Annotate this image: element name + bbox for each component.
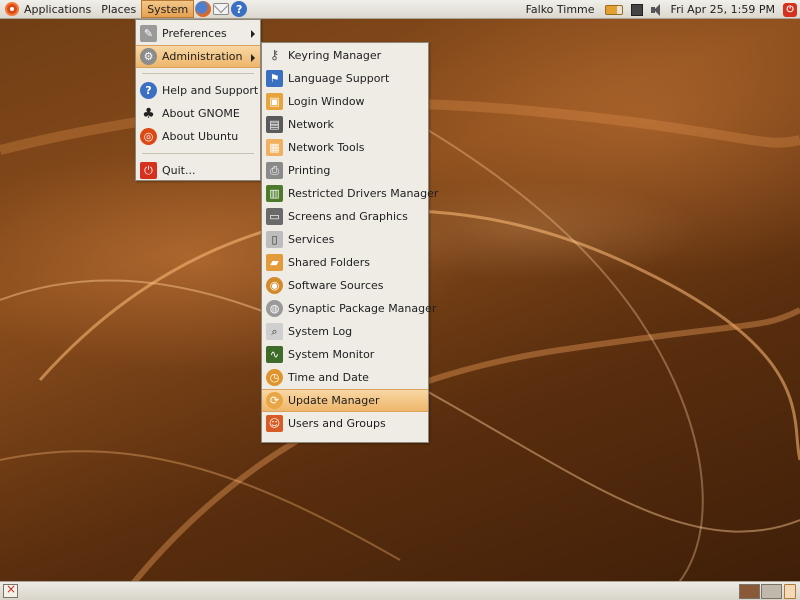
printer-icon: ⎙ [266, 162, 283, 179]
system-menu-label: System [147, 2, 189, 16]
shared-folder-icon: ▰ [266, 254, 283, 271]
menu-item-label: Help and Support [162, 84, 259, 97]
bottom-panel [0, 581, 800, 600]
quit-icon: ⏻ [140, 162, 157, 179]
top-panel: Applications Places System ? Falko Timme… [0, 0, 800, 19]
users-groups-icon: ☺ [266, 415, 283, 432]
places-menu[interactable]: Places [96, 0, 141, 19]
menu-item-system-monitor[interactable]: ∿ System Monitor [262, 343, 428, 366]
menu-item-about-gnome[interactable]: ♣ About GNOME [136, 102, 260, 125]
menu-item-label: Preferences [162, 27, 227, 40]
administration-submenu: ⚷ Keyring Manager ⚑ Language Support ▣ L… [261, 42, 438, 443]
menu-item-restricted-drivers-manager[interactable]: ▥ Restricted Drivers Manager [262, 182, 438, 205]
administration-icon: ⚙ [140, 48, 157, 65]
menu-item-about-ubuntu[interactable]: ◎ About Ubuntu [136, 125, 260, 148]
menu-item-label: About GNOME [162, 107, 240, 120]
menu-item-label: Printing [288, 164, 331, 177]
menu-item-system-log[interactable]: ⌕ System Log [262, 320, 428, 343]
menu-item-services[interactable]: ▯ Services [262, 228, 428, 251]
menu-item-language-support[interactable]: ⚑ Language Support [262, 67, 428, 90]
submenu-arrow-icon [251, 54, 255, 62]
clock[interactable]: Fri Apr 25, 1:59 PM [667, 3, 779, 16]
menu-item-label: Language Support [288, 72, 390, 85]
menu-item-synaptic-package-manager[interactable]: ◍ Synaptic Package Manager [262, 297, 436, 320]
menu-item-time-and-date[interactable]: ◷ Time and Date [262, 366, 428, 389]
menu-item-label: System Monitor [288, 348, 375, 361]
system-dropdown-menu: ✎ Preferences ⚙ Administration ? Help an… [135, 19, 261, 181]
system-log-icon: ⌕ [266, 323, 283, 340]
system-monitor-icon: ∿ [266, 346, 283, 363]
menu-item-label: Quit... [162, 164, 196, 177]
menu-item-shared-folders[interactable]: ▰ Shared Folders [262, 251, 428, 274]
workspace-switcher-1[interactable] [739, 584, 760, 599]
menu-item-label: Restricted Drivers Manager [288, 187, 439, 200]
keyring-icon: ⚷ [269, 48, 280, 63]
menu-item-label: Services [288, 233, 335, 246]
menu-item-label: System Log [288, 325, 353, 338]
menu-item-label: Administration [162, 50, 243, 63]
menu-item-label: Time and Date [288, 371, 369, 384]
applications-menu-label: Applications [24, 2, 92, 16]
menu-item-label: About Ubuntu [162, 130, 239, 143]
menu-item-network-tools[interactable]: ▦ Network Tools [262, 136, 428, 159]
menu-item-label: Shared Folders [288, 256, 370, 269]
firefox-launcher-icon[interactable] [195, 1, 212, 17]
panel-right-area: Falko Timme Fri Apr 25, 1:59 PM ⏻ [520, 0, 800, 19]
flag-icon: ⚑ [266, 70, 283, 87]
menu-item-label: Screens and Graphics [288, 210, 408, 223]
synaptic-icon: ◍ [266, 300, 283, 317]
gnome-foot-icon: ♣ [142, 105, 155, 122]
menu-item-keyring-manager[interactable]: ⚷ Keyring Manager [262, 44, 428, 67]
menu-item-preferences[interactable]: ✎ Preferences [136, 22, 260, 45]
volume-icon[interactable] [650, 3, 663, 16]
ubuntu-icon: ◎ [140, 128, 157, 145]
menu-item-label: Update Manager [288, 394, 380, 407]
menu-separator [142, 73, 254, 74]
menu-item-network[interactable]: ▤ Network [262, 113, 428, 136]
services-icon: ▯ [266, 231, 283, 248]
display-icon: ▭ [266, 208, 283, 225]
trash-icon[interactable] [784, 584, 796, 599]
network-status-icon[interactable] [630, 3, 643, 16]
help-launcher-icon[interactable]: ? [231, 1, 248, 17]
menu-item-update-manager[interactable]: ⟳ Update Manager [262, 389, 428, 412]
drivers-icon: ▥ [266, 185, 283, 202]
network-icon: ▤ [266, 116, 283, 133]
menu-separator [142, 153, 254, 154]
menu-item-label: Keyring Manager [288, 49, 382, 62]
menu-item-printing[interactable]: ⎙ Printing [262, 159, 428, 182]
menu-item-label: Login Window [288, 95, 365, 108]
submenu-arrow-icon [251, 30, 255, 38]
menu-item-label: Software Sources [288, 279, 384, 292]
menu-item-quit[interactable]: ⏻ Quit... [136, 159, 260, 182]
power-icon[interactable]: ⏻ [783, 2, 797, 17]
menu-item-label: Network Tools [288, 141, 365, 154]
menu-item-administration[interactable]: ⚙ Administration [136, 45, 260, 68]
workspace-switcher-2[interactable] [761, 584, 782, 599]
places-menu-label: Places [101, 2, 137, 16]
help-icon: ? [140, 82, 157, 99]
software-sources-icon: ◉ [266, 277, 283, 294]
menu-item-label: Users and Groups [288, 417, 386, 430]
user-name[interactable]: Falko Timme [520, 3, 601, 16]
menu-item-help-and-support[interactable]: ? Help and Support [136, 79, 260, 102]
ubuntu-logo-icon [5, 2, 19, 16]
menu-item-software-sources[interactable]: ◉ Software Sources [262, 274, 428, 297]
menu-item-users-and-groups[interactable]: ☺ Users and Groups [262, 412, 428, 435]
menu-item-login-window[interactable]: ▣ Login Window [262, 90, 428, 113]
clock-icon: ◷ [266, 369, 283, 386]
preferences-icon: ✎ [140, 25, 157, 42]
menu-item-label: Synaptic Package Manager [288, 302, 437, 315]
menu-item-label: Network [288, 118, 334, 131]
mail-launcher-icon[interactable] [213, 3, 230, 15]
system-menu[interactable]: System [141, 0, 195, 18]
show-desktop-icon[interactable] [3, 582, 18, 598]
update-manager-icon: ⟳ [266, 392, 283, 409]
login-window-icon: ▣ [266, 93, 283, 110]
applications-menu[interactable]: Applications [0, 0, 96, 19]
menu-item-screens-and-graphics[interactable]: ▭ Screens and Graphics [262, 205, 428, 228]
battery-icon[interactable] [604, 4, 623, 15]
network-tools-icon: ▦ [266, 139, 283, 156]
